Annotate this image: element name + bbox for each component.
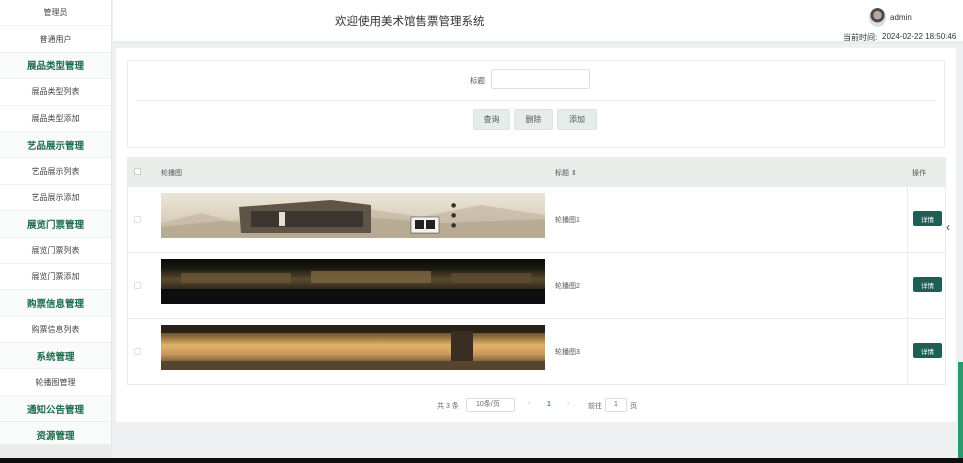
row-title: 轮播图2 bbox=[555, 283, 580, 290]
page-title: 欢迎使用美术馆售票管理系统 bbox=[335, 16, 485, 28]
sidebar-item-purchase-list[interactable]: 购票信息列表 bbox=[0, 317, 111, 344]
sidebar-cat-notice[interactable]: 通知公告管理 bbox=[0, 395, 111, 423]
col-header-title[interactable]: 标题 ⇕ bbox=[555, 168, 577, 178]
table-row: ● ● ● 轮播图1 详情 bbox=[128, 187, 945, 253]
detail-button[interactable]: 详情 bbox=[913, 277, 942, 292]
divider bbox=[136, 100, 936, 101]
sidebar-cat-artwork[interactable]: 艺品展示管理 bbox=[0, 131, 111, 159]
sidebar-item-admin[interactable]: 管理员 bbox=[0, 0, 111, 27]
next-page-icon[interactable]: › bbox=[567, 400, 569, 407]
sidebar-bottom bbox=[0, 444, 112, 458]
svg-text:●: ● bbox=[451, 222, 456, 229]
sidebar-item-users[interactable]: 普通用户 bbox=[0, 26, 111, 53]
carousel-image bbox=[161, 325, 545, 370]
svg-text:●: ● bbox=[451, 202, 456, 209]
user-name[interactable]: admin bbox=[890, 13, 912, 22]
sidebar-cat-exhibit-type[interactable]: 展品类型管理 bbox=[0, 52, 111, 80]
carousel-image bbox=[161, 259, 545, 304]
bottom-bar bbox=[0, 458, 963, 463]
table-row: 轮播图3 详情 bbox=[128, 319, 945, 385]
data-table: 轮播图 标题 ⇕ 操作 ● ● ● 轮播图1 详情 轮播图2 详情 轮播图3 详… bbox=[127, 157, 946, 385]
add-button[interactable]: 添加 bbox=[557, 109, 597, 130]
pagination: 共 3 条 10条/页 ‹ 1 › 前往 1 页 bbox=[116, 398, 956, 412]
time-label: 当前时间: bbox=[843, 33, 878, 42]
page-number-current[interactable]: 1 bbox=[547, 401, 551, 408]
sidebar-item-exhibit-type-add[interactable]: 展品类型添加 bbox=[0, 106, 111, 132]
table-header: 轮播图 标题 ⇕ 操作 bbox=[128, 157, 945, 187]
time-value: 2024-02-22 18:50:46 bbox=[882, 32, 957, 41]
row-title: 轮播图3 bbox=[555, 349, 580, 356]
row-checkbox[interactable] bbox=[134, 282, 141, 289]
col-header-image: 轮播图 bbox=[161, 170, 182, 177]
row-checkbox[interactable] bbox=[134, 216, 141, 223]
sidebar-item-exhibit-type-list[interactable]: 展品类型列表 bbox=[0, 79, 111, 106]
pagination-total: 共 3 条 bbox=[437, 403, 459, 410]
carousel-image: ● ● ● bbox=[161, 193, 545, 238]
col-divider bbox=[907, 319, 908, 385]
svg-text:●: ● bbox=[451, 212, 456, 219]
search-input[interactable] bbox=[491, 69, 590, 89]
delete-button[interactable]: 删除 bbox=[514, 109, 553, 130]
sidebar-cat-system[interactable]: 系统管理 bbox=[0, 343, 111, 370]
sidebar-item-ticket-add[interactable]: 展览门票添加 bbox=[0, 264, 111, 291]
sidebar-cat-purchase[interactable]: 购票信息管理 bbox=[0, 290, 111, 317]
goto-page-input[interactable]: 1 bbox=[605, 398, 627, 412]
sidebar-item-artwork-add[interactable]: 艺品展示添加 bbox=[0, 185, 111, 212]
sidebar-cat-ticket[interactable]: 展览门票管理 bbox=[0, 211, 111, 238]
search-panel: 标题 查询 删除 添加 bbox=[127, 60, 945, 148]
sidebar-item-ticket-list[interactable]: 展览门票列表 bbox=[0, 238, 111, 264]
header: 欢迎使用美术馆售票管理系统 admin 当前时间: 2024-02-22 18:… bbox=[113, 0, 963, 44]
col-divider bbox=[907, 187, 908, 253]
right-edge-strip bbox=[958, 362, 963, 458]
row-checkbox[interactable] bbox=[134, 348, 141, 355]
avatar[interactable] bbox=[869, 8, 886, 27]
detail-button[interactable]: 详情 bbox=[913, 343, 942, 358]
query-button[interactable]: 查询 bbox=[473, 109, 510, 130]
select-all-checkbox[interactable] bbox=[134, 168, 141, 175]
goto-label: 前往 bbox=[588, 403, 602, 410]
sidebar: 管理员 普通用户 展品类型管理 展品类型列表 展品类型添加 艺品展示管理 艺品展… bbox=[0, 0, 112, 458]
col-divider bbox=[907, 253, 908, 319]
page-unit-label: 页 bbox=[630, 403, 637, 410]
prev-page-icon[interactable]: ‹ bbox=[528, 400, 530, 407]
col-header-op: 操作 bbox=[912, 170, 926, 177]
chevron-left-icon[interactable]: ‹ bbox=[946, 220, 950, 234]
detail-button[interactable]: 详情 bbox=[913, 211, 942, 226]
table-row: 轮播图2 详情 bbox=[128, 253, 945, 319]
sidebar-item-artwork-list[interactable]: 艺品展示列表 bbox=[0, 158, 111, 185]
search-label: 标题 bbox=[470, 76, 485, 85]
row-title: 轮播图1 bbox=[555, 217, 580, 224]
page-size-select[interactable]: 10条/页 bbox=[466, 398, 515, 412]
main-content: 标题 查询 删除 添加 轮播图 标题 ⇕ 操作 ● ● ● 轮播图1 详情 轮播… bbox=[116, 48, 956, 422]
sidebar-item-carousel[interactable]: 轮播图管理 bbox=[0, 369, 111, 396]
